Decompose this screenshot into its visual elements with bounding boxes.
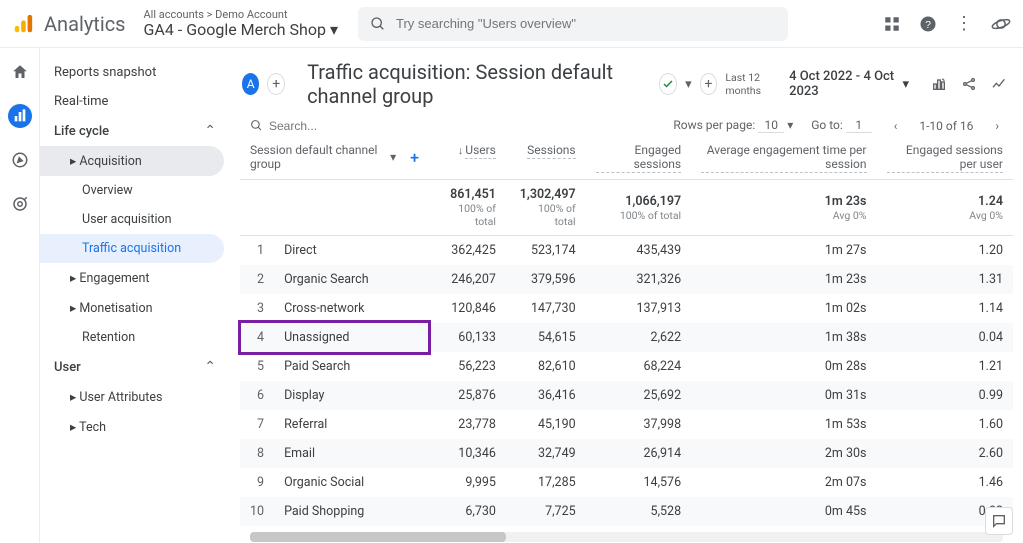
report-header: A + Traffic acquisition: Session default… bbox=[230, 54, 1023, 116]
date-range-label: Last 12 months bbox=[725, 71, 781, 97]
analytics-logo-icon bbox=[12, 13, 34, 35]
goto-label: Go to: bbox=[811, 118, 843, 132]
dimension-cell: Unassigned bbox=[274, 323, 429, 352]
sidebar-item-overview[interactable]: Overview bbox=[40, 176, 230, 205]
dimension-cell: Organic Social bbox=[274, 468, 429, 497]
table-row[interactable]: 9 Organic Social 9,995 17,285 14,576 2m … bbox=[240, 468, 1013, 497]
sidebar-item-user-attributes[interactable]: ▸ User Attributes bbox=[40, 382, 230, 412]
dimension-header[interactable]: Session default channel group ▾ + bbox=[240, 137, 429, 180]
table-row[interactable]: 7 Referral 23,778 45,190 37,998 1m 53s 1… bbox=[240, 410, 1013, 439]
apps-icon[interactable] bbox=[883, 15, 901, 33]
sidebar-item-monetisation[interactable]: ▸ Monetisation bbox=[40, 293, 230, 323]
add-filter-button[interactable]: + bbox=[700, 73, 718, 95]
sidebar-item-traffic-acquisition[interactable]: Traffic acquisition bbox=[40, 234, 224, 263]
property-name: GA4 - Google Merch Shop bbox=[144, 21, 326, 39]
edit-icon[interactable] bbox=[931, 76, 947, 92]
rows-per-page-label: Rows per page: bbox=[673, 118, 755, 132]
col-engaged-sessions[interactable]: Engaged sessions bbox=[586, 137, 691, 180]
date-range-picker[interactable]: Last 12 months 4 Oct 2022 - 4 Oct 2023 ▾ bbox=[725, 69, 909, 99]
rows-per-page-value[interactable]: 10 bbox=[758, 118, 784, 133]
dimension-cell: Cross-network bbox=[274, 294, 429, 323]
table-row[interactable]: 8 Email 10,346 32,749 26,914 2m 30s 2.60 bbox=[240, 439, 1013, 468]
sidebar-item-tech[interactable]: ▸ Tech bbox=[40, 412, 230, 442]
search-icon bbox=[250, 119, 263, 132]
caret-down-icon: ▾ bbox=[902, 77, 909, 92]
dimension-cell: Paid Shopping bbox=[274, 497, 429, 526]
top-bar: Analytics All accounts > Demo Account GA… bbox=[0, 0, 1023, 48]
home-icon[interactable] bbox=[8, 60, 32, 84]
saturn-icon[interactable] bbox=[991, 14, 1011, 34]
goto-value[interactable]: 1 bbox=[846, 118, 872, 133]
explore-icon[interactable] bbox=[8, 148, 32, 172]
report-main: A + Traffic acquisition: Session default… bbox=[230, 48, 1023, 543]
add-comparison-button[interactable]: + bbox=[267, 73, 285, 95]
dimension-cell: Direct bbox=[274, 236, 429, 266]
caret-down-icon[interactable]: ▾ bbox=[685, 77, 692, 92]
sidebar-item-acquisition[interactable]: ▸ Acquisition bbox=[40, 146, 224, 176]
dimension-cell: Organic Search bbox=[274, 265, 429, 294]
more-icon[interactable]: ⋮ bbox=[955, 13, 973, 34]
advertising-icon[interactable] bbox=[8, 192, 32, 216]
horizontal-scrollbar[interactable] bbox=[250, 532, 1003, 542]
insights-icon[interactable] bbox=[991, 76, 1007, 92]
reports-icon[interactable] bbox=[8, 104, 32, 128]
chevron-up-icon: ⌃ bbox=[204, 359, 216, 375]
sidebar-item-user-acquisition[interactable]: User acquisition bbox=[40, 205, 230, 234]
col-engaged-per-user[interactable]: Engaged sessions per user bbox=[877, 137, 1014, 180]
next-page-button[interactable]: › bbox=[991, 119, 1003, 133]
account-path: All accounts > Demo Account bbox=[144, 9, 339, 21]
table-row[interactable]: 5 Paid Search 56,223 82,610 68,224 0m 28… bbox=[240, 352, 1013, 381]
search-icon bbox=[370, 16, 386, 32]
sidebar-item-retention[interactable]: Retention bbox=[40, 323, 230, 352]
share-icon[interactable] bbox=[961, 76, 977, 92]
sort-down-icon: ↓ bbox=[458, 144, 464, 157]
totals-row: 861,451100% of total 1,302,497100% of to… bbox=[240, 180, 1013, 236]
sidebar-item-realtime[interactable]: Real-time bbox=[40, 87, 230, 116]
table-controls: Rows per page: 10 ▾ Go to: 1 ‹ 1-10 of 1… bbox=[230, 116, 1023, 137]
svg-text:?: ? bbox=[925, 18, 931, 30]
table-search-input[interactable] bbox=[269, 119, 424, 133]
dimension-cell: Display bbox=[274, 381, 429, 410]
page-range: 1-10 of 16 bbox=[919, 119, 973, 133]
chevron-up-icon: ⌃ bbox=[204, 123, 216, 139]
table-row[interactable]: 2 Organic Search 246,207 379,596 321,326… bbox=[240, 265, 1013, 294]
table-row[interactable]: 4 Unassigned 60,133 54,615 2,622 1m 38s … bbox=[240, 323, 1013, 352]
date-range-value: 4 Oct 2022 - 4 Oct 2023 bbox=[789, 69, 894, 99]
sidebar-group-lifecycle[interactable]: Life cycle⌃ bbox=[40, 116, 230, 146]
property-picker[interactable]: All accounts > Demo Account GA4 - Google… bbox=[144, 9, 339, 39]
nav-rail bbox=[0, 48, 40, 543]
status-check-icon[interactable] bbox=[659, 73, 677, 95]
report-title: Traffic acquisition: Session default cha… bbox=[307, 60, 651, 108]
segment-badge[interactable]: A bbox=[242, 73, 259, 95]
caret-down-icon[interactable]: ▾ bbox=[787, 118, 793, 132]
report-actions bbox=[931, 76, 1007, 92]
add-dimension-button[interactable]: + bbox=[410, 148, 419, 167]
sidebar-group-user[interactable]: User⌃ bbox=[40, 352, 230, 382]
table-row[interactable]: 3 Cross-network 120,846 147,730 137,913 … bbox=[240, 294, 1013, 323]
table-search[interactable] bbox=[250, 119, 450, 133]
sidebar-item-snapshot[interactable]: Reports snapshot bbox=[40, 58, 230, 87]
dimension-cell: Paid Search bbox=[274, 352, 429, 381]
help-icon[interactable]: ? bbox=[919, 15, 937, 33]
global-search[interactable] bbox=[358, 7, 788, 41]
topbar-actions: ? ⋮ bbox=[883, 13, 1011, 34]
caret-down-icon[interactable]: ▾ bbox=[390, 150, 396, 164]
table-row[interactable]: 10 Paid Shopping 6,730 7,725 5,528 0m 45… bbox=[240, 497, 1013, 526]
data-table-wrap: Session default channel group ▾ + ↓Users… bbox=[230, 137, 1023, 543]
table-row[interactable]: 1 Direct 362,425 523,174 435,439 1m 27s … bbox=[240, 236, 1013, 266]
global-search-input[interactable] bbox=[396, 16, 776, 31]
dimension-cell: Email bbox=[274, 439, 429, 468]
prev-page-button[interactable]: ‹ bbox=[890, 119, 902, 133]
col-sessions[interactable]: Sessions bbox=[506, 137, 586, 180]
brand-name: Analytics bbox=[44, 12, 126, 36]
col-users[interactable]: ↓Users bbox=[429, 137, 506, 180]
table-row[interactable]: 6 Display 25,876 36,416 25,692 0m 31s 0.… bbox=[240, 381, 1013, 410]
sidebar-item-engagement[interactable]: ▸ Engagement bbox=[40, 263, 230, 293]
feedback-button[interactable] bbox=[985, 507, 1013, 535]
col-avg-engagement[interactable]: Average engagement time per session bbox=[691, 137, 876, 180]
caret-down-icon: ▾ bbox=[330, 21, 338, 39]
dimension-cell: Referral bbox=[274, 410, 429, 439]
data-table: Session default channel group ▾ + ↓Users… bbox=[240, 137, 1013, 526]
reports-sidebar: Reports snapshot Real-time Life cycle⌃ ▸… bbox=[40, 48, 230, 543]
